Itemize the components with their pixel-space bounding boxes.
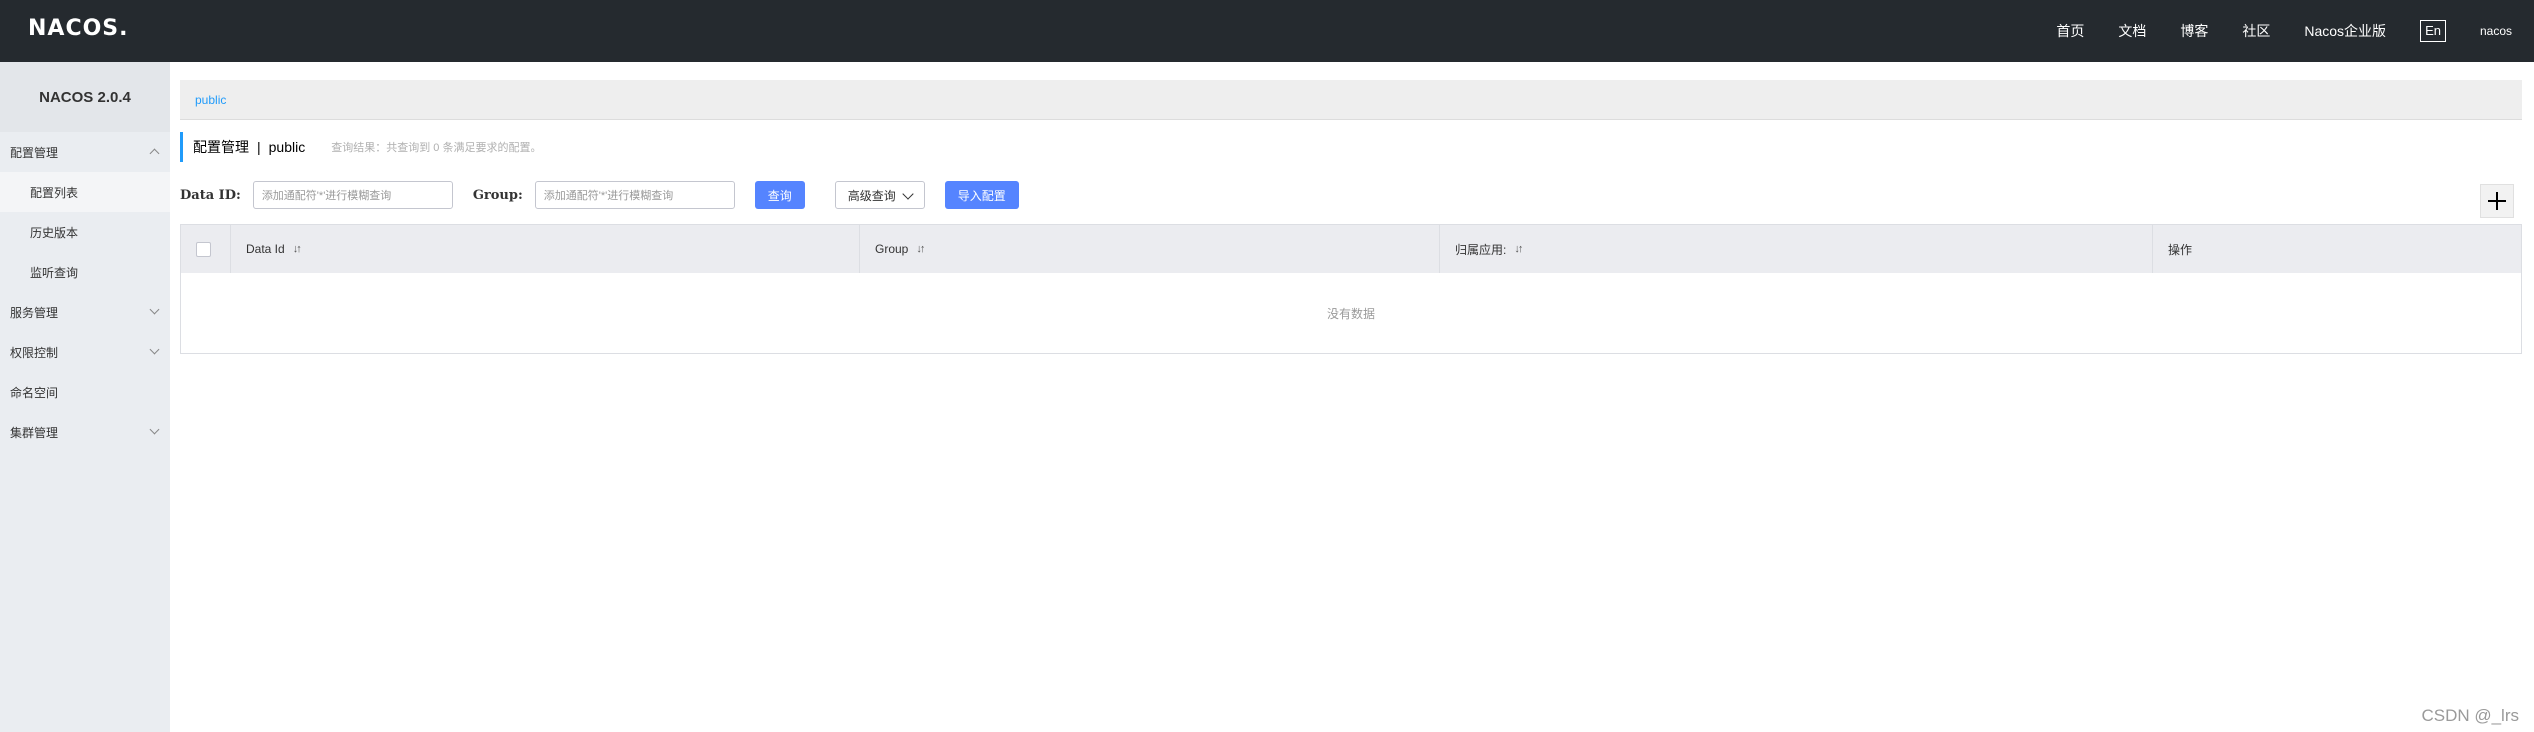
sort-icon[interactable]: ↓↑ — [916, 243, 925, 255]
chevron-down-icon — [149, 424, 160, 435]
plus-icon-vertical — [2496, 192, 2498, 210]
column-label: 操作 — [2168, 242, 2193, 257]
language-toggle-button[interactable]: En — [2420, 20, 2446, 42]
nacos-logo[interactable]: NACOS. — [28, 16, 129, 41]
top-navbar: NACOS. 首页 文档 博客 社区 Nacos企业版 En nacos — [0, 0, 2534, 62]
sidebar-item-history[interactable]: 历史版本 — [0, 212, 170, 252]
nav-community[interactable]: 社区 — [2242, 21, 2270, 41]
column-label: Group — [875, 242, 909, 256]
table-empty-state: 没有数据 — [1326, 306, 1375, 321]
sidebar-group-config-management[interactable]: 配置管理 — [0, 132, 170, 172]
namespace-bar: public — [180, 80, 2522, 120]
nav-enterprise[interactable]: Nacos企业版 — [2304, 21, 2386, 41]
sidebar-item-namespace[interactable]: 命名空间 — [0, 372, 170, 412]
chevron-down-icon — [149, 304, 160, 315]
column-data-id[interactable]: Data Id ↓↑ — [231, 225, 860, 273]
chevron-down-icon — [902, 188, 914, 200]
sidebar-group-label: 权限控制 — [10, 345, 59, 360]
query-result-hint: 查询结果：共查询到 0 条满足要求的配置。 — [331, 142, 542, 154]
column-app[interactable]: 归属应用: ↓↑ — [1440, 225, 2153, 273]
import-config-button[interactable]: 导入配置 — [944, 181, 1019, 209]
page-title-row: 配置管理 | public 查询结果：共查询到 0 条满足要求的配置。 — [180, 132, 541, 162]
chevron-up-icon — [149, 148, 160, 159]
select-all-checkbox[interactable] — [196, 241, 211, 257]
chevron-down-icon — [149, 344, 160, 355]
sidebar-item-config-list[interactable]: 配置列表 — [0, 172, 170, 212]
sidebar-group-label: 命名空间 — [10, 385, 59, 400]
sidebar-group-label: 配置管理 — [10, 145, 59, 160]
user-menu[interactable]: nacos — [2480, 24, 2512, 38]
search-form: Data ID: 添加通配符'*'进行模糊查询 Group: 添加通配符'*'进… — [180, 180, 2522, 210]
nav-docs[interactable]: 文档 — [2118, 21, 2146, 41]
column-actions: 操作 — [2153, 225, 2521, 273]
select-all-cell — [181, 225, 231, 273]
nav-home[interactable]: 首页 — [2056, 21, 2084, 41]
sort-icon[interactable]: ↓↑ — [293, 243, 302, 255]
table-header: Data Id ↓↑ Group ↓↑ 归属应用: ↓↑ 操作 — [181, 225, 2521, 273]
data-id-label: Data ID: — [180, 187, 241, 203]
column-label: 归属应用: — [1455, 242, 1507, 257]
column-label: Data Id — [246, 242, 285, 256]
watermark: CSDN @_lrs — [2421, 706, 2519, 725]
sidebar: NACOS 2.0.4 配置管理 配置列表 历史版本 监听查询 服务管理 权限控… — [0, 62, 170, 732]
sidebar-group-access-control[interactable]: 权限控制 — [0, 332, 170, 372]
group-label: Group: — [472, 187, 523, 203]
nav-blog[interactable]: 博客 — [2180, 21, 2208, 41]
group-input[interactable]: 添加通配符'*'进行模糊查询 — [534, 181, 735, 209]
namespace-link-public[interactable]: public — [195, 93, 226, 107]
sidebar-group-cluster-management[interactable]: 集群管理 — [0, 412, 170, 452]
sidebar-item-listener-query[interactable]: 监听查询 — [0, 252, 170, 292]
current-namespace: public — [268, 139, 306, 155]
main-content: public 配置管理 | public 查询结果：共查询到 0 条满足要求的配… — [180, 62, 2522, 732]
column-group[interactable]: Group ↓↑ — [860, 225, 1440, 273]
sidebar-group-label: 服务管理 — [10, 305, 59, 320]
data-id-input[interactable]: 添加通配符'*'进行模糊查询 — [252, 181, 453, 209]
version-label: NACOS 2.0.4 — [0, 62, 170, 132]
sort-icon[interactable]: ↓↑ — [1514, 243, 1523, 255]
sidebar-group-service-management[interactable]: 服务管理 — [0, 292, 170, 332]
page-title: 配置管理 — [193, 139, 249, 155]
top-nav: 首页 文档 博客 社区 Nacos企业版 En nacos — [2056, 0, 2534, 62]
config-table: Data Id ↓↑ Group ↓↑ 归属应用: ↓↑ 操作 没有数据 — [180, 224, 2522, 354]
sidebar-group-label: 集群管理 — [10, 425, 59, 440]
advanced-query-label: 高级查询 — [847, 188, 896, 203]
add-config-button[interactable] — [2480, 184, 2514, 218]
advanced-query-button[interactable]: 高级查询 — [834, 181, 925, 209]
query-button[interactable]: 查询 — [754, 181, 805, 209]
title-separator: | — [257, 139, 261, 155]
